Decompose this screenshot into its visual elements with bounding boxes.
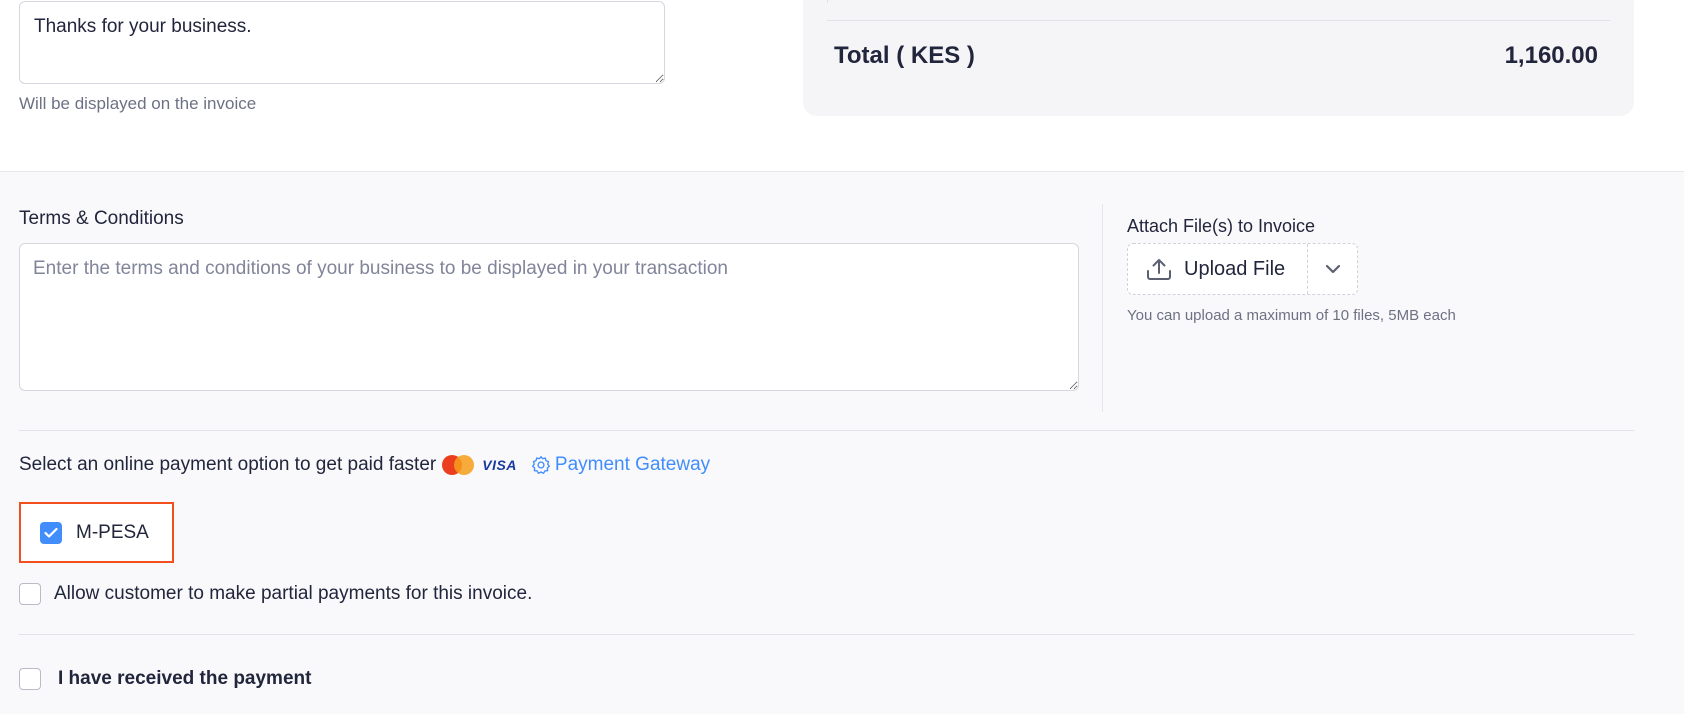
payment-gateway-link[interactable]: Payment Gateway (531, 454, 710, 476)
mastercard-logo-icon (442, 455, 475, 475)
upload-file-group: Upload File (1127, 243, 1358, 295)
partial-payments-checkbox[interactable] (19, 583, 41, 605)
total-label: Total ( KES ) (834, 42, 975, 69)
terms-placeholder: Enter the terms and conditions of your b… (33, 258, 728, 279)
total-summary-panel: Total ( KES ) 1,160.00 (803, 0, 1634, 116)
customer-notes-hint: Will be displayed on the invoice (19, 94, 257, 113)
total-separator (827, 20, 1610, 21)
customer-notes-value: Thanks for your business. (34, 16, 252, 37)
terms-textarea[interactable]: Enter the terms and conditions of your b… (19, 243, 1079, 391)
visa-logo: VISA (482, 457, 517, 473)
payment-option-row: Select an online payment option to get p… (19, 454, 710, 476)
panel-divider (827, 0, 828, 3)
gear-icon (531, 456, 550, 474)
divider (19, 634, 1634, 635)
upload-icon (1147, 259, 1171, 280)
mpesa-checkbox[interactable] (40, 521, 62, 544)
checkmark-icon (44, 527, 58, 538)
chevron-down-icon (1325, 264, 1340, 274)
payment-received-option[interactable]: I have received the payment (19, 668, 311, 690)
terms-label: Terms & Conditions (19, 208, 184, 229)
payment-prompt: Select an online payment option to get p… (19, 454, 437, 475)
partial-payments-label: Allow customer to make partial payments … (54, 583, 533, 604)
customer-notes-textarea[interactable]: Thanks for your business. (19, 1, 665, 84)
total-value: 1,160.00 (1504, 42, 1598, 69)
upload-options-dropdown[interactable] (1308, 244, 1357, 294)
payment-received-label: I have received the payment (58, 668, 312, 689)
section-divider (1102, 204, 1103, 412)
attach-files-label: Attach File(s) to Invoice (1127, 216, 1316, 236)
upload-limit-hint: You can upload a maximum of 10 files, 5M… (1127, 307, 1456, 324)
mpesa-label: M-PESA (76, 521, 149, 543)
notes-and-total-section: Thanks for your business. Will be displa… (0, 0, 1684, 171)
payment-received-checkbox[interactable] (19, 668, 41, 690)
mpesa-option[interactable]: M-PESA (19, 502, 174, 563)
divider (19, 430, 1634, 431)
upload-file-label: Upload File (1184, 257, 1286, 280)
payment-gateway-label: Payment Gateway (554, 454, 711, 475)
partial-payments-option[interactable]: Allow customer to make partial payments … (19, 583, 532, 605)
upload-file-button[interactable]: Upload File (1128, 244, 1308, 294)
